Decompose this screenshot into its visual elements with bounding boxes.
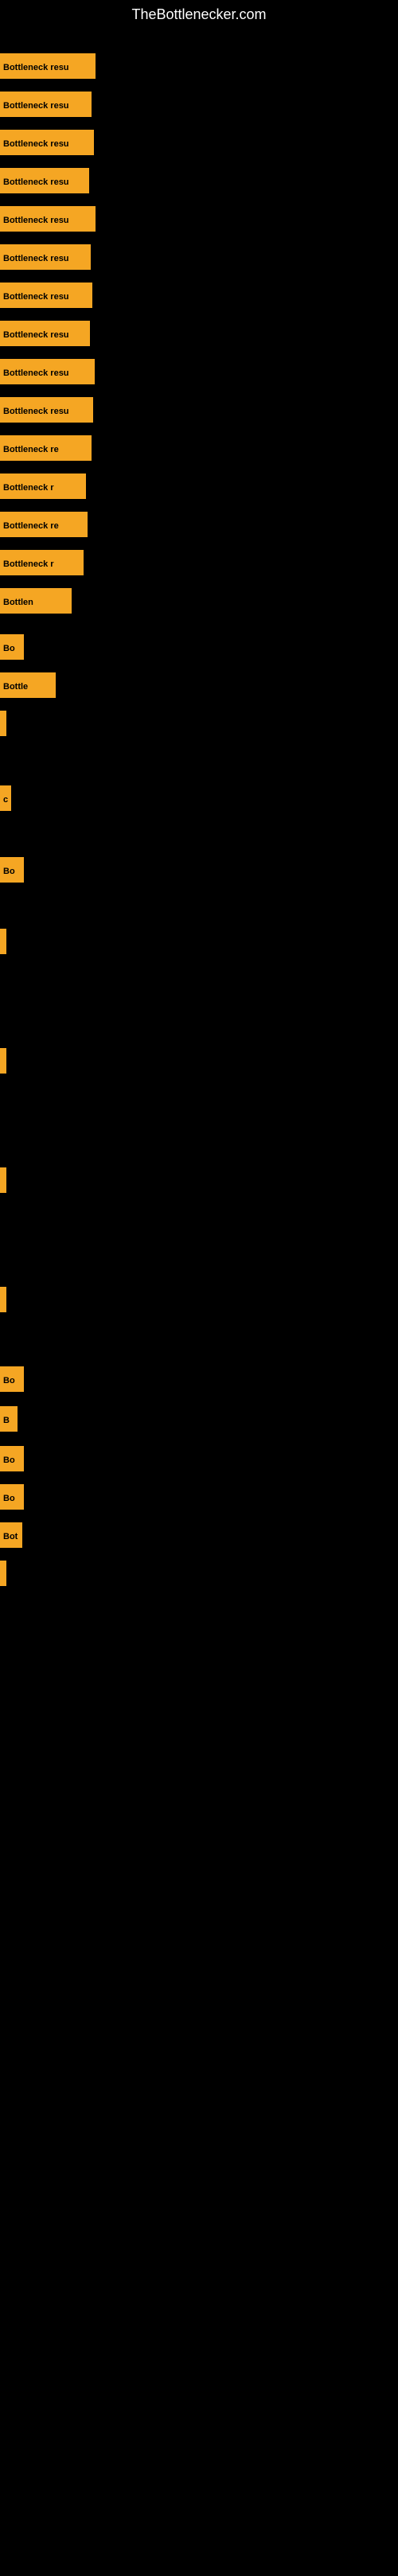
bar-label-4: Bottleneck resu	[0, 168, 89, 193]
bar-label-3: Bottleneck resu	[0, 130, 94, 155]
bottleneck-bar-11: Bottleneck re	[0, 435, 92, 461]
bottleneck-bar-26: B	[0, 1406, 18, 1432]
bottleneck-bar-27: Bo	[0, 1446, 24, 1471]
bottleneck-bar-10: Bottleneck resu	[0, 397, 93, 423]
bar-label-1: Bottleneck resu	[0, 53, 96, 79]
bottleneck-bar-20: Bo	[0, 857, 24, 883]
bottleneck-bar-1: Bottleneck resu	[0, 53, 96, 79]
bottleneck-bar-7: Bottleneck resu	[0, 283, 92, 308]
bar-label-5: Bottleneck resu	[0, 206, 96, 232]
bottleneck-bar-21	[0, 929, 6, 954]
bar-label-25: Bo	[0, 1366, 24, 1392]
bottleneck-bar-25: Bo	[0, 1366, 24, 1392]
bottleneck-bar-19: c	[0, 785, 11, 811]
bottleneck-bar-14: Bottleneck r	[0, 550, 84, 575]
site-title: TheBottlenecker.com	[0, 0, 398, 29]
bar-label-9: Bottleneck resu	[0, 359, 95, 384]
bottleneck-bar-8: Bottleneck resu	[0, 321, 90, 346]
bar-label-30	[0, 1561, 6, 1586]
bar-label-26: B	[0, 1406, 18, 1432]
bottleneck-bar-24	[0, 1287, 6, 1312]
bottleneck-bar-23	[0, 1167, 6, 1193]
bottleneck-bar-9: Bottleneck resu	[0, 359, 95, 384]
bar-label-13: Bottleneck re	[0, 512, 88, 537]
bottleneck-bar-5: Bottleneck resu	[0, 206, 96, 232]
bar-label-28: Bo	[0, 1484, 24, 1510]
bar-label-17: Bottle	[0, 672, 56, 698]
bottleneck-bar-18	[0, 711, 6, 736]
bottleneck-bar-30	[0, 1561, 6, 1586]
bar-label-8: Bottleneck resu	[0, 321, 90, 346]
bar-label-27: Bo	[0, 1446, 24, 1471]
bar-label-18	[0, 711, 6, 736]
bottleneck-bar-2: Bottleneck resu	[0, 92, 92, 117]
bottleneck-bar-15: Bottlen	[0, 588, 72, 614]
bottleneck-bar-3: Bottleneck resu	[0, 130, 94, 155]
bar-label-16: Bo	[0, 634, 24, 660]
bottleneck-bar-6: Bottleneck resu	[0, 244, 91, 270]
bar-label-11: Bottleneck re	[0, 435, 92, 461]
bar-label-14: Bottleneck r	[0, 550, 84, 575]
bottleneck-bar-22	[0, 1048, 6, 1074]
bar-label-2: Bottleneck resu	[0, 92, 92, 117]
bar-label-6: Bottleneck resu	[0, 244, 91, 270]
bar-label-23	[0, 1167, 6, 1193]
bar-label-24	[0, 1287, 6, 1312]
bottleneck-bar-12: Bottleneck r	[0, 474, 86, 499]
bottleneck-bar-16: Bo	[0, 634, 24, 660]
bar-label-19: c	[0, 785, 11, 811]
bar-label-22	[0, 1048, 6, 1074]
bar-label-7: Bottleneck resu	[0, 283, 92, 308]
bar-label-15: Bottlen	[0, 588, 72, 614]
bar-label-21	[0, 929, 6, 954]
bar-label-12: Bottleneck r	[0, 474, 86, 499]
bottleneck-bar-28: Bo	[0, 1484, 24, 1510]
bottleneck-bar-17: Bottle	[0, 672, 56, 698]
bottleneck-bar-13: Bottleneck re	[0, 512, 88, 537]
bar-label-20: Bo	[0, 857, 24, 883]
bar-label-10: Bottleneck resu	[0, 397, 93, 423]
bar-label-29: Bot	[0, 1522, 22, 1548]
bottleneck-bar-4: Bottleneck resu	[0, 168, 89, 193]
bottleneck-bar-29: Bot	[0, 1522, 22, 1548]
